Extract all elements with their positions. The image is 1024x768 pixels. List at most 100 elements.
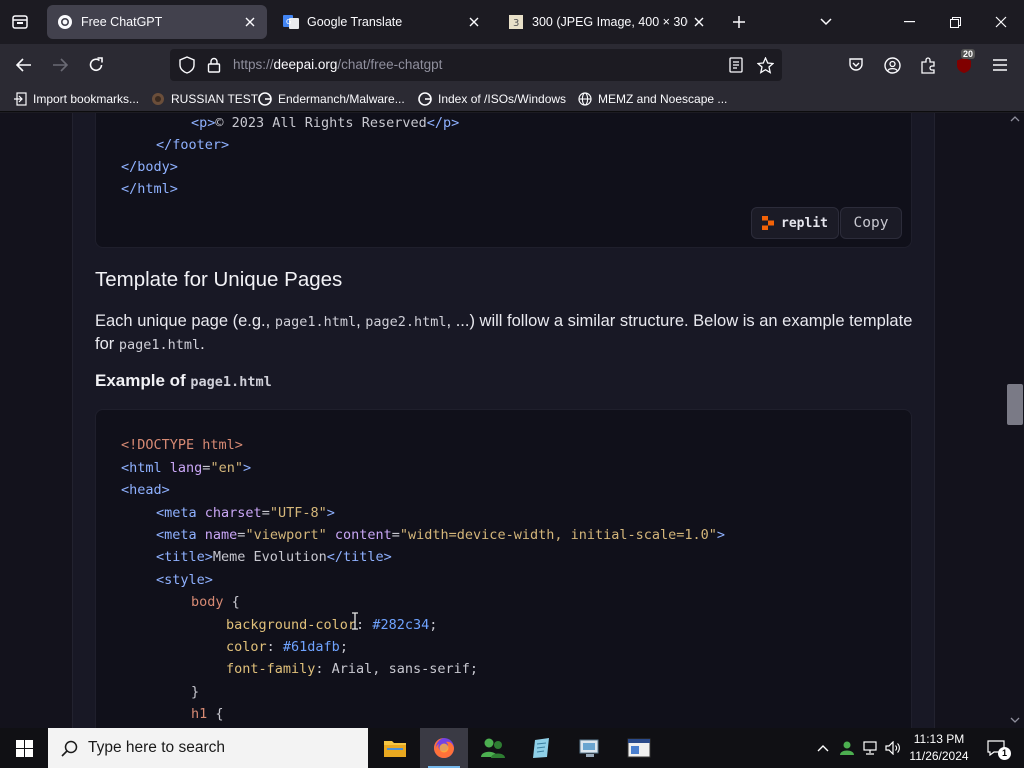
navigation-toolbar: https://deepai.org/chat/free-chatgpt 20 [0,44,1024,86]
scrollbar-thumb[interactable] [1007,383,1023,425]
page-scrollbar[interactable] [1006,113,1024,728]
code-line: <meta name="viewport" content="width=dev… [156,527,726,543]
lock-icon[interactable] [204,55,224,75]
windows-logo-icon [15,739,33,757]
list-all-tabs-button[interactable] [803,0,849,44]
tab-strip: Free ChatGPT G Google Translate 3 300 (J… [0,0,1024,44]
replit-button[interactable]: replit [751,207,839,239]
replit-label: replit [781,215,828,231]
code-line: font-family: Arial, sans-serif; [226,661,478,677]
computer-icon [579,739,599,757]
close-icon[interactable] [239,11,261,33]
clock-time: 11:13 PM [913,732,965,746]
restore-button[interactable] [932,0,978,44]
account-icon [883,56,901,74]
code-block-html-tail: <p>© 2023 All Rights Reserved</p> </foot… [95,113,912,248]
code-line: h1 { [191,706,224,722]
svg-text:G: G [286,18,291,26]
bookmarks-toolbar: Import bookmarks... RUSSIAN TEST Enderma… [0,86,1024,112]
address-bar[interactable]: https://deepai.org/chat/free-chatgpt [170,49,782,81]
tab-jpeg-image[interactable]: 3 300 (JPEG Image, 400 × 300 pix [498,5,716,39]
volume-tray-icon[interactable] [882,728,904,768]
copy-button[interactable]: Copy [840,207,902,239]
window-app-taskbar-button[interactable] [615,728,663,768]
tab-free-chatgpt[interactable]: Free ChatGPT [47,5,267,39]
code-line: color: #61dafb; [226,639,348,655]
users-app-taskbar-button[interactable] [469,728,517,768]
hamburger-menu-icon [993,59,1007,71]
tab-title: 300 (JPEG Image, 400 × 300 pix [532,15,688,29]
bookmark-import[interactable]: Import bookmarks... [12,90,139,108]
network-tray-icon[interactable] [859,728,881,768]
extension-badge: 20 [961,49,976,59]
bookmark-russian-test[interactable]: RUSSIAN TEST [150,90,258,108]
system-clock[interactable]: 11:13 PM 11/26/2024 [905,731,973,765]
file-explorer-taskbar-button[interactable] [371,728,419,768]
pocket-button[interactable] [842,51,870,79]
url-scheme: https:// [233,57,274,72]
puzzle-icon [920,56,935,74]
close-icon[interactable] [463,11,485,33]
code-block-page1-html: <!DOCTYPE html> <html lang="en"> <head> … [95,409,912,728]
close-icon[interactable] [688,11,710,33]
example-heading: Example of page1.html [95,371,272,390]
taskbar-search-box[interactable]: Type here to search [48,728,368,768]
code-line: <html lang="en"> [121,460,252,476]
bookmark-index-isos[interactable]: Index of /ISOs/Windows [417,90,566,108]
network-icon [863,741,877,755]
ublock-extension-button[interactable]: 20 [950,49,978,79]
code-line: <head> [121,482,170,498]
back-button[interactable] [10,51,38,79]
plus-icon [733,16,745,28]
code-line: <!DOCTYPE html> [121,437,243,453]
code-line: <meta charset="UTF-8"> [156,505,335,521]
code-line: background-color: #282c34; [226,617,438,633]
tab-google-translate[interactable]: G Google Translate [273,5,491,39]
reload-icon [89,57,103,71]
globe-icon [150,91,166,107]
extensions-button[interactable] [914,51,942,79]
url-text[interactable]: https://deepai.org/chat/free-chatgpt [233,57,442,72]
code-line: <title>Meme Evolution</title> [156,549,392,565]
back-arrow-icon [16,58,31,72]
image-icon: 3 [508,14,524,30]
system-app-taskbar-button[interactable] [566,728,614,768]
pocket-icon [849,58,863,71]
user-tray-icon[interactable] [836,728,858,768]
tab-title: Google Translate [307,15,403,29]
menu-button[interactable] [986,51,1014,79]
forward-button[interactable] [46,51,74,79]
copy-label: Copy [853,215,889,231]
code-line: </body> [121,159,178,175]
code-line: </html> [121,181,178,197]
chat-column: <p>© 2023 All Rights Reserved</p> </foot… [72,113,935,728]
tracking-protection-icon[interactable] [177,55,197,75]
code-line: <p>© 2023 All Rights Reserved</p> [191,115,460,131]
show-hidden-icons-button[interactable] [812,728,834,768]
bookmark-memz[interactable]: MEMZ and Noescape ... [577,90,727,108]
minimize-button[interactable] [886,0,932,44]
google-icon [417,91,433,107]
replit-icon [762,216,775,230]
bookmark-label: Import bookmarks... [33,92,140,106]
notification-center-button[interactable]: 1 [979,728,1013,768]
bookmark-label: Index of /ISOs/Windows [438,92,567,106]
text-cursor-icon [352,612,358,630]
firefox-taskbar-button[interactable] [420,728,468,768]
chevron-up-icon [817,745,829,752]
firefox-view-icon[interactable] [8,10,32,34]
reader-view-icon[interactable] [726,55,746,75]
account-button[interactable] [878,51,906,79]
bookmark-label: Endermanch/Malware... [278,92,405,106]
reload-button[interactable] [82,51,110,79]
close-window-button[interactable] [978,0,1024,44]
close-icon [995,16,1007,28]
firefox-icon [434,738,454,758]
start-button[interactable] [0,728,48,768]
folder-icon [384,741,406,757]
notepad-taskbar-button[interactable] [517,728,565,768]
new-tab-button[interactable] [716,0,762,44]
minimize-icon [903,21,915,23]
bookmark-star-icon[interactable] [755,55,775,75]
bookmark-endermanch[interactable]: Endermanch/Malware... [257,90,405,108]
